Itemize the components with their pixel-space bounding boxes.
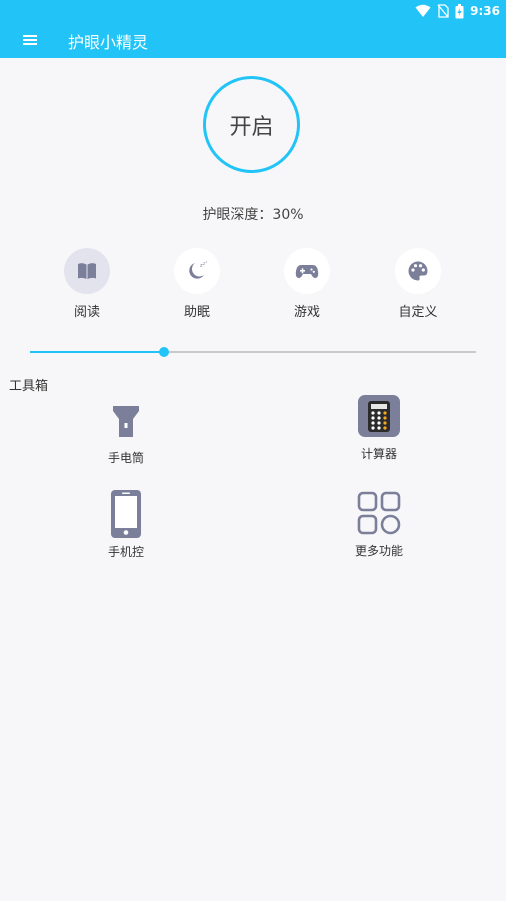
status-time: 9:36: [470, 4, 500, 18]
calculator-icon: [358, 395, 400, 437]
power-toggle-button[interactable]: 开启: [203, 76, 300, 173]
depth-slider[interactable]: [30, 346, 476, 358]
moon-sleep-icon: z z z: [189, 260, 208, 279]
palette-icon: [408, 261, 428, 281]
tool-more-features[interactable]: 更多功能: [319, 489, 439, 559]
tool-calculator-icon-wrap: [355, 392, 403, 440]
slider-fill: [30, 351, 164, 353]
mode-custom-label: 自定义: [398, 305, 438, 320]
eye-protection-depth-text: 护眼深度：30%: [202, 207, 304, 223]
app-title: 护眼小精灵: [68, 33, 149, 52]
toolbox-title: 工具箱: [9, 379, 49, 394]
tool-phone-control[interactable]: 手机控: [66, 490, 186, 560]
tool-flashlight-label: 手电筒: [107, 451, 144, 465]
tool-more-label: 更多功能: [354, 544, 403, 558]
menu-icon[interactable]: [20, 31, 40, 49]
slider-thumb[interactable]: [159, 347, 169, 357]
battery-icon: [455, 3, 464, 18]
tool-phone-label: 手机控: [107, 545, 144, 559]
mode-reading-label: 阅读: [73, 305, 100, 320]
mode-custom-circle: [395, 248, 441, 294]
mode-game-label: 游戏: [293, 305, 320, 320]
wifi-icon: [415, 4, 431, 17]
status-bar: 9:36: [0, 0, 506, 21]
mode-sleep[interactable]: z z z 助眠: [157, 248, 237, 320]
tool-flashlight-icon-wrap: [102, 396, 150, 444]
no-sim-icon: [437, 4, 449, 18]
tool-calculator-label: 计算器: [360, 447, 397, 461]
more-grid-icon: [357, 491, 401, 535]
mode-game[interactable]: 游戏: [267, 248, 347, 320]
tool-calculator[interactable]: 计算器: [319, 392, 439, 462]
gamepad-icon: [295, 265, 319, 278]
mode-custom[interactable]: 自定义: [378, 248, 458, 320]
mode-reading-circle: [64, 248, 110, 294]
app-bar: 护眼小精灵: [0, 21, 506, 58]
flashlight-icon: [113, 406, 139, 437]
tool-flashlight[interactable]: 手电筒: [66, 396, 186, 466]
tool-more-icon-wrap: [355, 489, 403, 537]
mode-sleep-label: 助眠: [183, 305, 210, 320]
mode-reading[interactable]: 阅读: [47, 248, 127, 320]
tool-phone-icon-wrap: [102, 490, 150, 538]
phone-icon: [111, 490, 141, 538]
status-icons: 9:36: [415, 3, 500, 19]
mode-sleep-circle: z z z: [174, 248, 220, 294]
power-toggle-label: 开启: [229, 114, 274, 140]
book-icon: [78, 263, 96, 279]
mode-game-circle: [284, 248, 330, 294]
svg-text:z: z: [206, 260, 208, 264]
